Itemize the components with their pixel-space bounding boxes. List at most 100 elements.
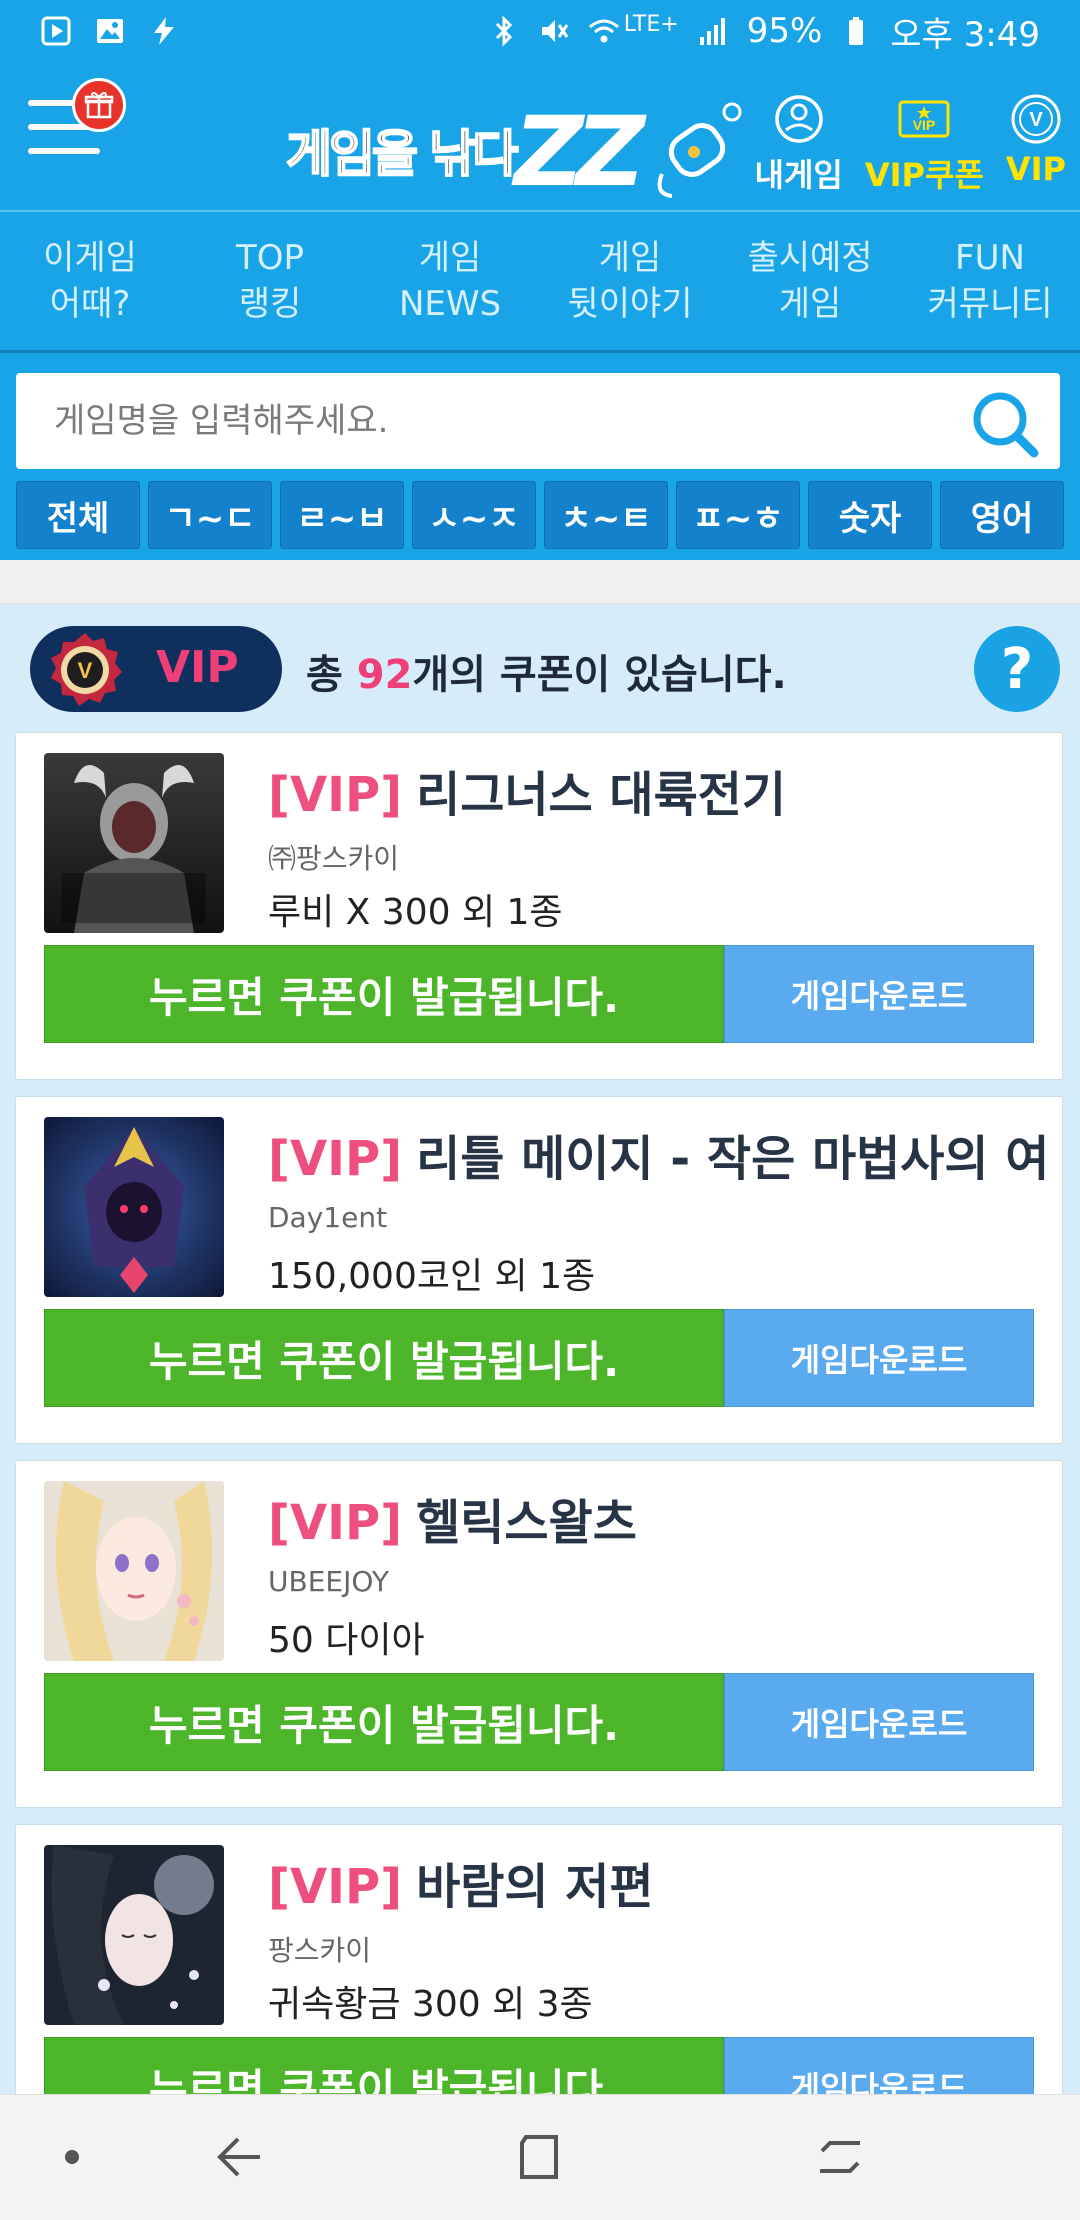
nav-item-game-story[interactable]: 게임 뒷이야기 — [540, 212, 720, 350]
initial-filter-bar: 전체 ㄱ~ㄷ ㄹ~ㅂ ㅅ~ㅈ ㅊ~ㅌ ㅍ~ㅎ 숫자 영어 — [16, 481, 1064, 549]
coupon-count: 92 — [356, 652, 413, 698]
coupon-count-text: 총 92개의 쿠폰이 있습니다. — [306, 642, 787, 700]
search-box — [16, 373, 1060, 469]
gift-icon[interactable] — [72, 78, 126, 132]
vip-pill-label: VIP — [156, 642, 239, 693]
coupon-card: [VIP] 헬릭스왈츠 UBEEJOY 50 다이아 누르면 쿠폰이 발급됩니다.… — [15, 1460, 1063, 1808]
back-icon[interactable] — [208, 2125, 272, 2189]
coupon-reward: 150,000코인 외 1종 — [268, 1256, 596, 1297]
vip-link[interactable]: V VIP — [1006, 92, 1066, 196]
section-divider — [0, 560, 1080, 604]
issue-coupon-button[interactable]: 누르면 쿠폰이 발급됩니다. — [44, 1309, 724, 1407]
my-game-link[interactable]: 내게임 — [755, 92, 843, 196]
search-area: 전체 ㄱ~ㄷ ㄹ~ㅂ ㅅ~ㅈ ㅊ~ㅌ ㅍ~ㅎ 숫자 영어 — [0, 350, 1080, 560]
svg-text:V: V — [1029, 109, 1043, 131]
nav-item-top-ranking[interactable]: TOP 랭킹 — [180, 212, 360, 350]
game-title-text: 리그너스 대륙전기 — [416, 767, 787, 823]
gamepad-icon — [774, 95, 823, 143]
recent-apps-icon[interactable] — [808, 2125, 872, 2189]
summary-prefix: 총 — [306, 652, 357, 698]
dot-indicator-icon — [65, 2150, 79, 2164]
coupon-reward: 50 다이아 — [268, 1620, 425, 1661]
vip-badge-icon: V — [1011, 94, 1061, 144]
game-thumbnail-lignus[interactable] — [44, 753, 224, 933]
filter-ch-t[interactable]: ㅊ~ㅌ — [544, 481, 668, 549]
game-title-text: 바람의 저편 — [416, 1859, 654, 1915]
vip-ticket-icon: VIP — [898, 100, 950, 138]
bolt-icon — [154, 17, 174, 45]
vip-label: VIP — [1005, 150, 1066, 188]
coupon-card: [VIP] 리틀 메이지 - 작은 마법사의 여정 Day1ent 150,000… — [15, 1096, 1063, 1444]
status-bar: LTE+ 95% 오후 3:49 — [0, 0, 1080, 62]
game-thumbnail-beyond-the-wind[interactable] — [44, 1845, 224, 2025]
wifi-icon — [588, 19, 619, 43]
vip-coupon-link[interactable]: VIP VIP쿠폰 — [865, 92, 984, 196]
app-logo[interactable]: 게임을 낚다 ZZ — [282, 96, 752, 208]
game-title: [VIP] 리틀 메이지 - 작은 마법사의 여정 — [268, 1119, 1048, 1187]
game-publisher: 팡스카이 — [268, 1934, 372, 1967]
help-button[interactable]: ? — [974, 626, 1060, 712]
game-publisher: Day1ent — [268, 1201, 388, 1234]
game-publisher: UBEEJOY — [268, 1565, 389, 1598]
summary-suffix: 개의 쿠폰이 있습니다. — [412, 652, 787, 698]
game-title-text: 리틀 메이지 - 작은 마법사의 여정 — [416, 1131, 1048, 1187]
filter-r-b[interactable]: ㄹ~ㅂ — [280, 481, 404, 549]
search-input[interactable] — [52, 373, 952, 469]
game-download-button[interactable]: 게임다운로드 — [724, 1673, 1034, 1771]
vip-medal-icon: V — [51, 633, 122, 706]
vip-tag: [VIP] — [268, 1495, 403, 1551]
coupon-card: [VIP] 리그너스 대륙전기 ㈜팡스카이 루비 X 300 외 1종 누르면 쿠… — [15, 732, 1063, 1080]
nav-item-upcoming-games[interactable]: 출시예정 게임 — [720, 212, 900, 350]
game-download-button[interactable]: 게임다운로드 — [724, 1309, 1034, 1407]
battery-percent: 95% — [746, 11, 823, 51]
clock: 오후 3:49 — [890, 14, 1040, 55]
home-icon[interactable] — [508, 2125, 572, 2189]
game-publisher: ㈜팡스카이 — [268, 842, 400, 875]
game-thumbnail-helix-waltz[interactable] — [44, 1481, 224, 1661]
game-thumbnail-little-mage[interactable] — [44, 1117, 224, 1297]
coupon-reward: 귀속황금 300 외 3종 — [268, 1984, 593, 2025]
svg-text:V: V — [78, 658, 93, 683]
filter-s-j[interactable]: ㅅ~ㅈ — [412, 481, 536, 549]
logo-zz: ZZ — [514, 96, 645, 208]
battery-icon — [849, 17, 864, 45]
my-game-label: 내게임 — [754, 156, 843, 194]
nav-item-fun-community[interactable]: FUN 커뮤니티 — [900, 212, 1080, 350]
signal-icon — [699, 18, 725, 45]
filter-p-h[interactable]: ㅍ~ㅎ — [676, 481, 800, 549]
mute-icon — [541, 20, 568, 42]
search-button[interactable] — [968, 387, 1040, 459]
filter-number[interactable]: 숫자 — [808, 481, 932, 549]
image-icon — [97, 19, 123, 43]
fishing-lure-icon — [657, 102, 742, 198]
vip-coupon-label: VIP쿠폰 — [864, 156, 984, 194]
game-title: [VIP] 헬릭스왈츠 — [268, 1483, 1048, 1551]
bluetooth-icon — [495, 15, 512, 47]
system-nav-bar — [0, 2094, 1080, 2220]
filter-english[interactable]: 영어 — [940, 481, 1064, 549]
play-icon — [41, 16, 71, 46]
nav-item-game-news[interactable]: 게임 NEWS — [360, 212, 540, 350]
vip-tag: [VIP] — [268, 1859, 403, 1915]
issue-coupon-button[interactable]: 누르면 쿠폰이 발급됩니다. — [44, 945, 724, 1043]
issue-coupon-button[interactable]: 누르면 쿠폰이 발급됩니다. — [44, 1673, 724, 1771]
issue-coupon-button[interactable]: 누르면 쿠폰이 발급됩니다. — [44, 2037, 724, 2094]
search-icon — [973, 392, 1039, 458]
game-title: [VIP] 리그너스 대륙전기 — [268, 755, 1048, 823]
app-header: 게임을 낚다 ZZ 내게임 VIP VIP쿠폰 V VIP — [0, 62, 1080, 210]
nav-item-this-game[interactable]: 이게임 어때? — [0, 212, 180, 350]
vip-pill-badge: V VIP — [30, 626, 282, 712]
game-title-text: 헬릭스왈츠 — [416, 1495, 637, 1551]
coupon-reward: 루비 X 300 외 1종 — [268, 892, 563, 933]
game-download-button[interactable]: 게임다운로드 — [724, 945, 1034, 1043]
logo-text: 게임을 낚다 — [285, 124, 519, 184]
game-download-button[interactable]: 게임다운로드 — [724, 2037, 1034, 2094]
filter-g-d[interactable]: ㄱ~ㄷ — [148, 481, 272, 549]
network-type: LTE+ — [623, 11, 679, 37]
coupon-list-panel[interactable]: V VIP 총 92개의 쿠폰이 있습니다. ? [VIP] 리그너스 대륙전기 … — [0, 604, 1080, 2094]
coupon-card: [VIP] 바람의 저편 팡스카이 귀속황금 300 외 3종 누르면 쿠폰이 발… — [15, 1824, 1063, 2094]
coupon-summary: V VIP 총 92개의 쿠폰이 있습니다. ? — [30, 622, 1060, 712]
filter-all[interactable]: 전체 — [16, 481, 140, 549]
svg-text:VIP: VIP — [913, 117, 936, 133]
vip-tag: [VIP] — [268, 767, 403, 823]
